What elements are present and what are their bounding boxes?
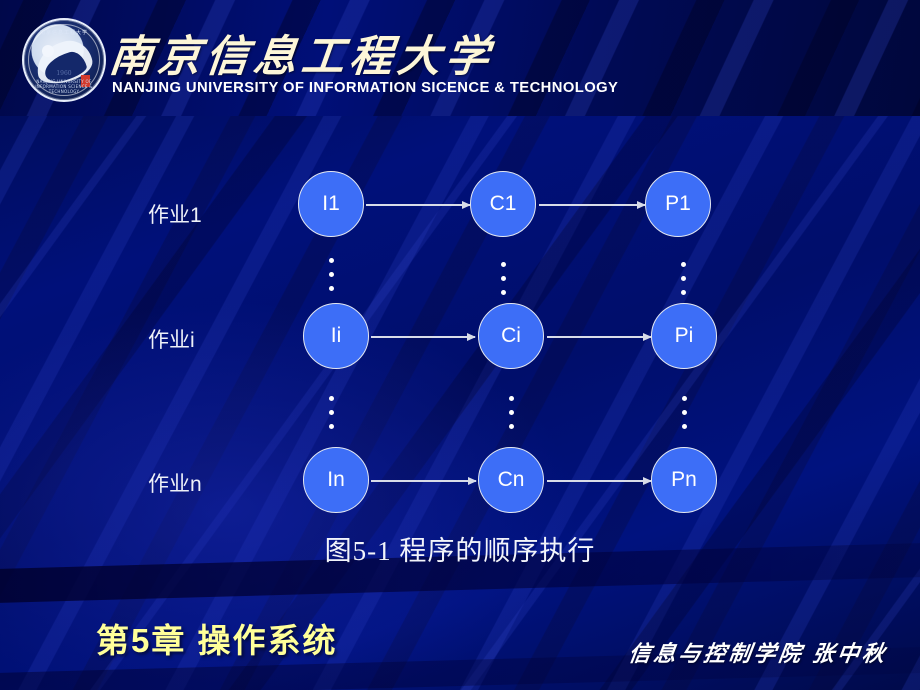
university-seal-icon: 南京信息工程大学 1960 NANJING UNIVERSITY OF INFO…	[22, 18, 106, 102]
node-cn[interactable]: Cn	[478, 447, 544, 513]
ellipsis-column-p-lower	[681, 396, 687, 429]
row-label-job-i: 作业i	[148, 329, 195, 352]
university-name-english: NANJING UNIVERSITY OF INFORMATION SICENC…	[112, 80, 619, 96]
ellipsis-column-c-upper	[500, 262, 506, 295]
arrow-ii-to-ci[interactable]	[371, 333, 476, 340]
node-pn[interactable]: Pn	[651, 447, 717, 513]
row-label-job-1: 作业1	[148, 204, 202, 227]
node-c1[interactable]: C1	[470, 171, 536, 237]
arrow-c1-to-p1[interactable]	[539, 201, 646, 208]
presentation-slide: 南京信息工程大学 1960 NANJING UNIVERSITY OF INFO…	[0, 0, 920, 690]
node-p1[interactable]: P1	[645, 171, 711, 237]
seal-top-text: 南京信息工程大学	[39, 30, 88, 36]
seal-dot-shape	[42, 45, 54, 57]
arrow-ci-to-pi[interactable]	[547, 333, 652, 340]
arrow-in-to-cn[interactable]	[371, 477, 477, 484]
arrow-cn-to-pn[interactable]	[547, 477, 652, 484]
node-ci[interactable]: Ci	[478, 303, 544, 369]
ellipsis-column-i-lower	[328, 396, 334, 429]
node-i1[interactable]: I1	[298, 171, 364, 237]
seal-bottom-text: NANJING UNIVERSITY OF INFORMATION SCIENC…	[35, 79, 93, 94]
slide-header: 南京信息工程大学 1960 NANJING UNIVERSITY OF INFO…	[0, 0, 920, 116]
university-name-chinese: 南京信息工程大学	[107, 34, 496, 81]
chapter-title: 第5章 操作系统	[96, 622, 338, 659]
row-label-job-n: 作业n	[148, 473, 202, 496]
node-pi[interactable]: Pi	[651, 303, 717, 369]
author-signature: 信息与控制学院 张中秋	[627, 641, 890, 666]
ellipsis-column-i-upper	[328, 258, 334, 291]
seal-year-text: 1960	[56, 70, 72, 77]
node-in[interactable]: In	[303, 447, 369, 513]
figure-caption: 图5-1 程序的顺序执行	[324, 536, 596, 566]
ellipsis-column-c-lower	[508, 396, 514, 429]
arrow-i1-to-c1[interactable]	[366, 201, 471, 208]
ellipsis-column-p-upper	[680, 262, 686, 295]
node-ii[interactable]: Ii	[303, 303, 369, 369]
